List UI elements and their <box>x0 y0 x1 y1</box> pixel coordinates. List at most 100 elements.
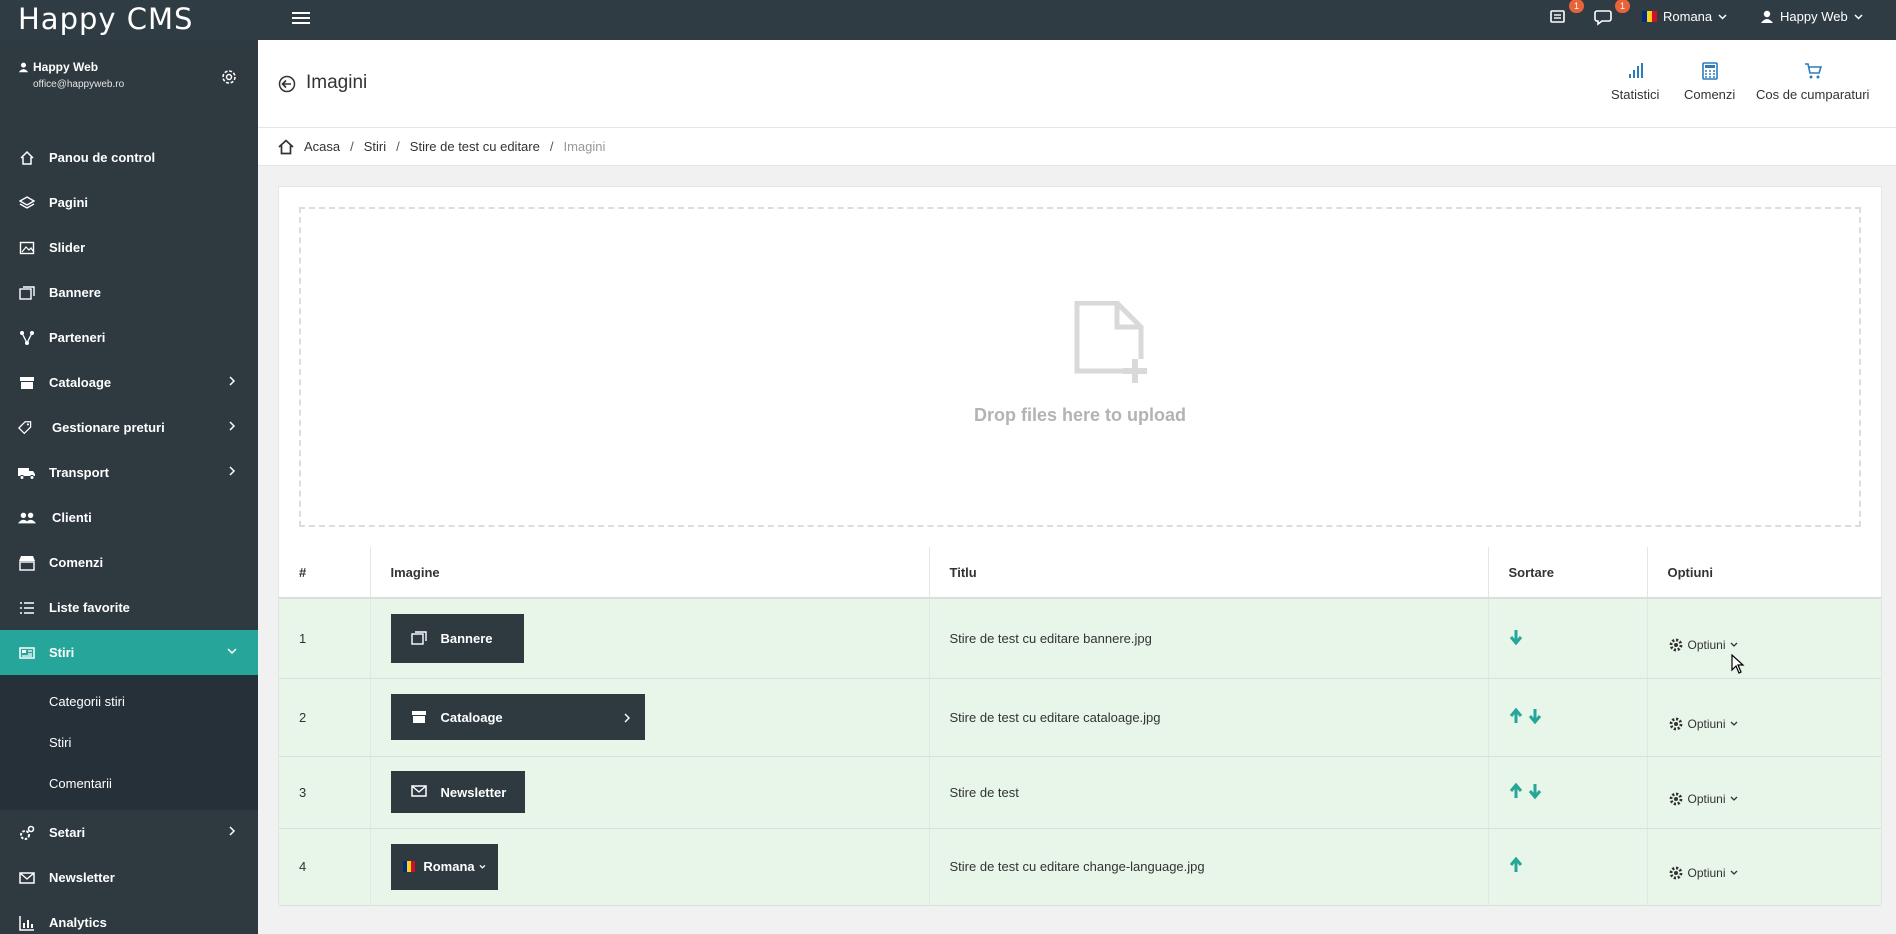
image-thumbnail[interactable]: Romana <box>390 843 498 890</box>
row-options: Optiuni <box>1647 756 1881 829</box>
header-link-statistici[interactable]: Statistici <box>1611 62 1659 102</box>
store-icon <box>18 554 36 572</box>
table-row: 2 Cataloage Stire de test cu editare cat… <box>279 678 1881 757</box>
sidebar-item-transport[interactable]: Transport <box>0 450 258 495</box>
breadcrumb-separator: / <box>549 139 554 154</box>
row-options: Optiuni <box>1647 598 1881 679</box>
back-arrow-icon[interactable] <box>278 75 296 93</box>
options-dropdown[interactable]: Optiuni <box>1668 637 1738 653</box>
row-options: Optiuni <box>1647 828 1881 906</box>
home-icon[interactable] <box>278 138 294 155</box>
sidebar-item-label: Parteneri <box>49 330 106 345</box>
language-label: Romana <box>1663 9 1713 24</box>
page-header: Imagini Statistici Comenzi Cos de cumpar… <box>258 40 1896 128</box>
arrow-up-icon[interactable] <box>1509 707 1523 724</box>
row-sort <box>1488 678 1648 757</box>
header-link-comenzi[interactable]: Comenzi <box>1684 62 1735 102</box>
chevron-down-icon <box>1730 642 1737 647</box>
file-dropzone[interactable]: Drop files here to upload <box>299 207 1861 527</box>
sidebar-item-newsletter[interactable]: Newsletter <box>0 855 258 900</box>
list-icon <box>18 599 36 617</box>
romania-flag-icon <box>1642 11 1657 22</box>
sidebar-item-parteneri[interactable]: Parteneri <box>0 315 258 360</box>
sidebar-item-label: Newsletter <box>49 870 115 885</box>
image-thumbnail[interactable]: Bannere <box>390 613 524 663</box>
chat-badge: 1 <box>1615 0 1630 13</box>
image-label: Bannere <box>440 630 493 646</box>
user-icon <box>18 62 29 72</box>
sidebar-item-stiri[interactable]: Stiri <box>0 630 258 675</box>
column-header-imagine: Imagine <box>370 547 930 599</box>
settings-gear-icon[interactable] <box>220 68 238 86</box>
sidebar-item-gestionare-preturi[interactable]: Gestionare preturi <box>0 405 258 450</box>
cogs-icon <box>18 824 36 842</box>
sidebar-item-slider[interactable]: Slider <box>0 225 258 270</box>
chat-icon[interactable]: 1 <box>1594 0 1630 31</box>
sidebar-menu: Panou de control Pagini Slider Bannere P… <box>0 135 258 934</box>
chevron-right-icon <box>229 826 236 836</box>
chevron-down-icon <box>227 648 237 655</box>
notifications-icon[interactable]: 1 <box>1548 0 1584 31</box>
breadcrumb-acasa[interactable]: Acasa <box>304 139 340 154</box>
sidebar-item-bannere[interactable]: Bannere <box>0 270 258 315</box>
options-dropdown[interactable]: Optiuni <box>1668 791 1738 807</box>
arrow-down-icon[interactable] <box>1509 629 1523 645</box>
page-title: Imagini <box>306 72 368 93</box>
header-link-label: Cos de cumparaturi <box>1756 87 1870 102</box>
sidebar-item-label: Bannere <box>49 285 102 300</box>
breadcrumb-stiri[interactable]: Stiri <box>364 139 386 154</box>
arrow-up-icon[interactable] <box>1509 782 1523 799</box>
options-dropdown[interactable]: Optiuni <box>1668 865 1738 881</box>
row-number: 1 <box>279 598 371 679</box>
gear-icon <box>1669 866 1682 880</box>
column-header-titlu: Titlu <box>929 547 1489 599</box>
language-selector[interactable]: Romana <box>1642 9 1727 24</box>
arrow-down-icon[interactable] <box>1528 708 1542 724</box>
submenu-item-categorii-stiri[interactable]: Categorii stiri <box>0 681 258 722</box>
header-link-label: Comenzi <box>1684 87 1736 102</box>
envelope-icon <box>410 784 427 800</box>
image-thumbnail[interactable]: Newsletter <box>390 771 525 813</box>
submenu-item-stiri[interactable]: Stiri <box>0 722 258 763</box>
table-row: 3 Newsletter Stire de test Optiuni <box>279 756 1881 829</box>
sidebar-item-label: Pagini <box>49 195 89 210</box>
tags-icon <box>18 419 36 437</box>
sidebar-item-clienti[interactable]: Clienti <box>0 495 258 540</box>
images-icon <box>410 630 427 646</box>
options-label: Optiuni <box>1687 866 1726 880</box>
image-label: Cataloage <box>440 709 503 725</box>
sidebar-item-analytics[interactable]: Analytics <box>0 900 258 934</box>
image-label: Romana <box>423 859 475 874</box>
breadcrumb-separator: / <box>396 139 400 154</box>
chevron-down-icon <box>1730 870 1737 875</box>
stiri-submenu: Categorii stiri Stiri Comentarii <box>0 675 258 810</box>
submenu-item-comentarii[interactable]: Comentarii <box>0 763 258 804</box>
chevron-down-icon <box>1730 721 1737 726</box>
sidebar-item-panou-de-control[interactable]: Panou de control <box>0 135 258 180</box>
image-thumbnail[interactable]: Cataloage <box>390 694 645 740</box>
newspaper-icon <box>18 644 36 662</box>
arrow-up-icon[interactable] <box>1509 857 1523 873</box>
sidebar-item-comenzi[interactable]: Comenzi <box>0 540 258 585</box>
row-image: Cataloage <box>370 678 930 757</box>
gear-icon <box>1669 717 1682 730</box>
sidebar-item-pagini[interactable]: Pagini <box>0 180 258 225</box>
row-image: Romana <box>370 828 930 906</box>
notifications-badge: 1 <box>1569 0 1584 13</box>
header-link-cos-de-cumparaturi[interactable]: Cos de cumparaturi <box>1756 62 1869 102</box>
row-number: 3 <box>279 756 371 829</box>
breadcrumb-separator: / <box>350 139 354 154</box>
user-menu[interactable]: Happy Web <box>1760 9 1863 24</box>
options-dropdown[interactable]: Optiuni <box>1668 716 1738 732</box>
layers-icon <box>18 194 36 212</box>
sidebar-item-setari[interactable]: Setari <box>0 810 258 855</box>
arrow-down-icon[interactable] <box>1528 783 1542 799</box>
app-logo[interactable]: Happy CMS <box>18 2 193 36</box>
sidebar-item-liste-favorite[interactable]: Liste favorite <box>0 585 258 630</box>
sidebar-item-cataloage[interactable]: Cataloage <box>0 360 258 405</box>
breadcrumb-stire[interactable]: Stire de test cu editare <box>410 139 540 154</box>
bar-chart-icon <box>1629 63 1644 78</box>
hamburger-menu-icon[interactable] <box>290 9 312 31</box>
sidebar-item-label: Cataloage <box>49 375 112 390</box>
dropzone-text: Drop files here to upload <box>973 405 1187 425</box>
